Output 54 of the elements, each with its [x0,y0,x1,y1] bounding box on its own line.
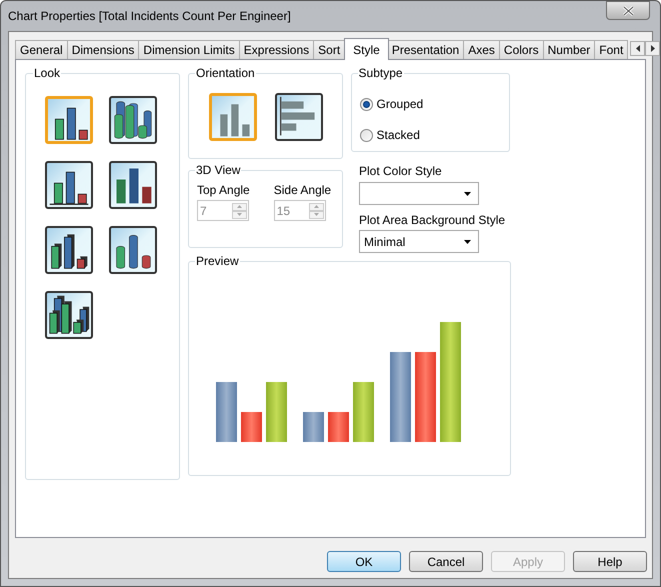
down-arrow-icon [314,213,319,216]
chart-bar [328,412,349,442]
up-arrow-icon [237,205,242,208]
dropdown-arrow-icon [464,240,471,244]
close-button[interactable] [606,1,650,20]
plot-area-background-dropdown[interactable]: Minimal [359,230,479,253]
tab[interactable]: Sort [313,40,346,59]
field-label: Plot Color Style [359,164,443,179]
chart-look-button[interactable] [109,226,157,274]
down-arrow-icon [237,213,242,216]
group-label: Subtype [358,65,404,82]
window-title: Chart Properties [Total Incidents Count Per Engineer] [8,8,291,25]
dialog-button[interactable]: Help [573,551,647,572]
radio-option[interactable]: Grouped [360,95,424,113]
right-arrow-icon [650,45,655,52]
scroll-right-button[interactable] [645,41,660,56]
tab[interactable]: Dimensions [66,40,140,59]
chart-look-button[interactable] [45,161,93,209]
field-label: Plot Area Background Style [359,213,506,228]
tab[interactable]: Presentation [386,40,464,59]
dropdown-arrow-icon [464,192,471,196]
chart-bar [216,382,237,442]
tab[interactable]: General [15,40,68,59]
field-label: Side Angle [274,183,332,198]
tab[interactable]: Expressions [238,40,314,59]
chart-look-button[interactable] [45,291,93,339]
left-arrow-icon [636,45,640,52]
chart-bar [266,382,287,442]
group-label: Look [33,65,62,82]
chart-look-button[interactable] [45,96,93,144]
chart-look-button[interactable] [109,161,157,209]
chart-bar [303,412,324,442]
radio-option[interactable]: Stacked [360,126,420,144]
plot-color-style-dropdown[interactable] [359,182,479,205]
close-icon [622,6,634,16]
tab[interactable]: Axes [463,40,500,59]
tab[interactable]: Font [594,40,628,59]
orientation-button[interactable] [275,93,323,141]
tab[interactable]: Colors [498,40,544,59]
group-label: Preview [195,253,240,270]
tab[interactable]: Number [542,40,596,59]
chart-bar [353,382,374,442]
chart-look-button[interactable] [109,96,157,144]
group-label: Orientation [195,65,256,82]
chart-look-button[interactable] [45,226,93,274]
dialog-button[interactable]: OK [327,551,401,572]
tab[interactable]: Style [344,38,389,60]
up-arrow-icon [314,205,319,208]
tab[interactable]: Dimension Limits [138,40,240,59]
field-label: Top Angle [197,183,250,198]
dialog-button[interactable]: Cancel [409,551,483,572]
group-label: 3D View [195,162,242,179]
chart-bar [241,412,262,442]
scroll-left-button[interactable] [630,41,646,56]
